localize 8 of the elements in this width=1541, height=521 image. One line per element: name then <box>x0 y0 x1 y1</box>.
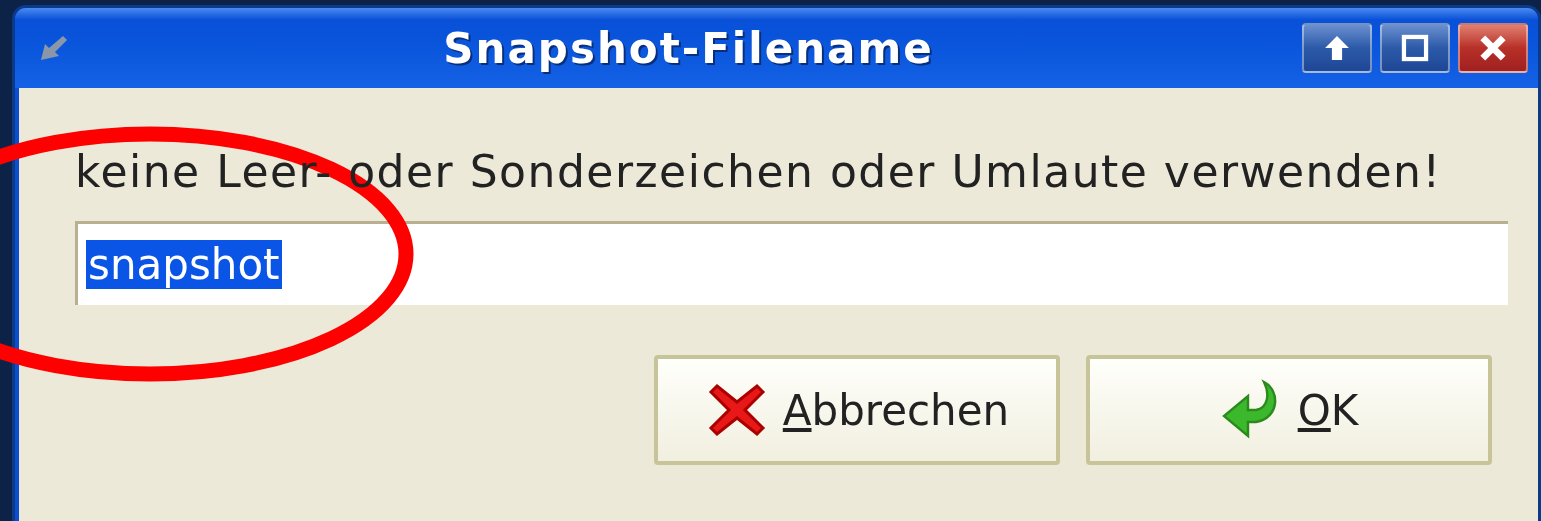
maximize-button[interactable] <box>1380 23 1450 73</box>
roll-up-button[interactable] <box>1302 23 1372 73</box>
close-button[interactable] <box>1458 23 1528 73</box>
instruction-text: keine Leer- oder Sonderzeichen oder Umlaute verwenden! <box>75 146 1443 197</box>
window-title: Snapshot-Filename <box>442 23 935 73</box>
cancel-button[interactable]: Abbrechen <box>654 355 1060 465</box>
ok-button[interactable]: OK <box>1086 355 1492 465</box>
filename-field[interactable]: snapshot <box>75 221 1508 305</box>
